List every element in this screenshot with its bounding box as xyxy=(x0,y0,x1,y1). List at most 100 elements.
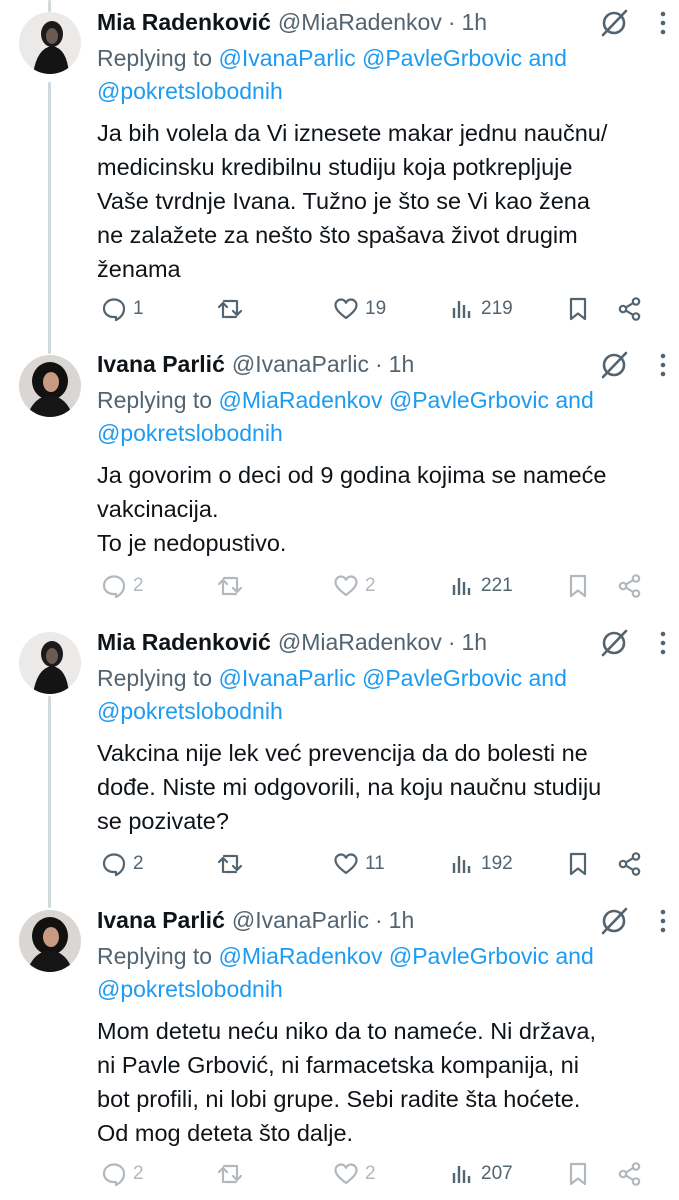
share-icon xyxy=(618,1162,641,1186)
share-button[interactable] xyxy=(617,569,643,603)
tweet-text: Ja bih volela da Vi iznesete makar jednu… xyxy=(97,120,608,282)
retweet-button[interactable] xyxy=(217,1157,243,1191)
user-handle[interactable]: @MiaRadenkov xyxy=(278,9,442,36)
replying-to: Replying to @IvanaParlic @PavleGrbovic a… xyxy=(97,662,667,728)
reply-icon xyxy=(102,853,126,877)
views-button[interactable]: 192 xyxy=(449,847,513,881)
tweet[interactable]: Ivana Parlić @IvanaParlic · 1h Replying … xyxy=(0,896,679,1200)
display-name[interactable]: Mia Radenković xyxy=(97,9,271,36)
views-icon xyxy=(452,578,471,595)
timestamp[interactable]: 1h xyxy=(389,351,415,378)
more-icon[interactable] xyxy=(659,630,667,656)
bookmark-button[interactable] xyxy=(565,569,591,603)
like-count: 2 xyxy=(365,575,376,596)
mention-link[interactable]: @IvanaParlic xyxy=(218,45,355,71)
reply-icon xyxy=(102,575,126,599)
retweet-button[interactable] xyxy=(217,292,243,326)
reply-button[interactable]: 1 xyxy=(101,292,144,326)
reply-button[interactable]: 2 xyxy=(101,1157,144,1191)
tweet[interactable]: Mia Radenković @MiaRadenkov · 1h Replyin… xyxy=(0,620,679,896)
user-handle[interactable]: @MiaRadenkov xyxy=(278,629,442,656)
tweet[interactable]: Mia Radenković @MiaRadenkov · 1h Replyin… xyxy=(0,0,679,340)
tweet-actions: 2 11 192 xyxy=(97,847,667,881)
display-name[interactable]: Ivana Parlić xyxy=(97,351,225,378)
reply-button[interactable]: 2 xyxy=(101,847,144,881)
like-count: 2 xyxy=(365,1163,376,1184)
views-button[interactable]: 207 xyxy=(449,1157,513,1191)
mention-link[interactable]: @pokretslobodnih xyxy=(97,78,283,104)
heart-icon xyxy=(334,1163,358,1185)
more-icon[interactable] xyxy=(659,10,667,36)
replying-to: Replying to @MiaRadenkov @PavleGrbovic a… xyxy=(97,384,667,450)
replying-prefix: Replying to xyxy=(97,387,219,413)
reply-icon xyxy=(102,1163,126,1187)
mention-link[interactable]: @MiaRadenkov xyxy=(218,943,382,969)
display-name[interactable]: Mia Radenković xyxy=(97,629,271,656)
user-handle[interactable]: @IvanaParlic xyxy=(232,907,369,934)
user-handle[interactable]: @IvanaParlic xyxy=(232,351,369,378)
grok-icon[interactable] xyxy=(599,906,629,936)
mention-link[interactable]: @PavleGrbovic xyxy=(389,943,549,969)
heart-icon xyxy=(334,575,358,597)
mention-link[interactable]: @pokretslobodnih xyxy=(97,698,283,724)
more-icon[interactable] xyxy=(659,352,667,378)
replying-to: Replying to @MiaRadenkov @PavleGrbovic a… xyxy=(97,940,667,1006)
views-button[interactable]: 221 xyxy=(449,569,513,603)
avatar[interactable] xyxy=(19,632,81,694)
replying-to: Replying to @IvanaParlic @PavleGrbovic a… xyxy=(97,42,667,108)
tweet-actions: 2 2 207 xyxy=(97,1157,667,1191)
like-button[interactable]: 19 xyxy=(333,292,386,326)
display-name[interactable]: Ivana Parlić xyxy=(97,907,225,934)
retweet-icon xyxy=(217,854,243,874)
mention-link[interactable]: @PavleGrbovic xyxy=(362,665,522,691)
like-button[interactable]: 2 xyxy=(333,569,376,603)
reply-icon xyxy=(102,298,126,322)
bookmark-button[interactable] xyxy=(565,292,591,326)
heart-icon xyxy=(334,298,358,320)
timestamp[interactable]: 1h xyxy=(389,907,415,934)
mention-link[interactable]: @IvanaParlic xyxy=(218,665,355,691)
grok-icon[interactable] xyxy=(599,628,629,658)
bookmark-icon xyxy=(569,297,587,321)
reply-count: 1 xyxy=(133,298,144,319)
reply-count: 2 xyxy=(133,853,144,874)
mention-link[interactable]: @pokretslobodnih xyxy=(97,976,283,1002)
reply-count: 2 xyxy=(133,575,144,596)
mention-link[interactable]: @PavleGrbovic xyxy=(362,45,522,71)
share-icon xyxy=(618,574,641,598)
mention-link[interactable]: @pokretslobodnih xyxy=(97,420,283,446)
like-button[interactable]: 2 xyxy=(333,1157,376,1191)
mention-link[interactable]: @MiaRadenkov xyxy=(218,387,382,413)
views-button[interactable]: 219 xyxy=(449,292,513,326)
share-button[interactable] xyxy=(617,1157,643,1191)
retweet-button[interactable] xyxy=(217,847,243,881)
tweet[interactable]: Ivana Parlić @IvanaParlic · 1h Replying … xyxy=(0,340,679,620)
bookmark-button[interactable] xyxy=(565,1157,591,1191)
like-button[interactable]: 11 xyxy=(333,847,385,881)
views-count: 207 xyxy=(481,1163,513,1184)
tweet-header: Ivana Parlić @IvanaParlic · 1h xyxy=(97,347,667,381)
avatar[interactable] xyxy=(19,355,81,417)
grok-icon[interactable] xyxy=(599,350,629,380)
avatar[interactable] xyxy=(19,12,81,74)
retweet-icon xyxy=(217,1164,243,1184)
tweet-header: Mia Radenković @MiaRadenkov · 1h xyxy=(97,5,667,39)
retweet-button[interactable] xyxy=(217,569,243,603)
views-icon xyxy=(452,856,471,873)
avatar[interactable] xyxy=(19,910,81,972)
replying-prefix: Replying to xyxy=(97,45,219,71)
reply-button[interactable]: 2 xyxy=(101,569,144,603)
share-button[interactable] xyxy=(617,847,643,881)
like-count: 11 xyxy=(365,853,385,874)
separator-dot: · xyxy=(447,8,456,35)
views-icon xyxy=(452,301,471,318)
timestamp[interactable]: 1h xyxy=(462,629,488,656)
more-icon[interactable] xyxy=(659,908,667,934)
share-button[interactable] xyxy=(617,292,643,326)
views-count: 192 xyxy=(481,853,513,874)
timestamp[interactable]: 1h xyxy=(462,9,488,36)
bookmark-button[interactable] xyxy=(565,847,591,881)
grok-icon[interactable] xyxy=(599,8,629,38)
mention-link[interactable]: @PavleGrbovic xyxy=(389,387,549,413)
separator-dot: · xyxy=(374,350,383,377)
